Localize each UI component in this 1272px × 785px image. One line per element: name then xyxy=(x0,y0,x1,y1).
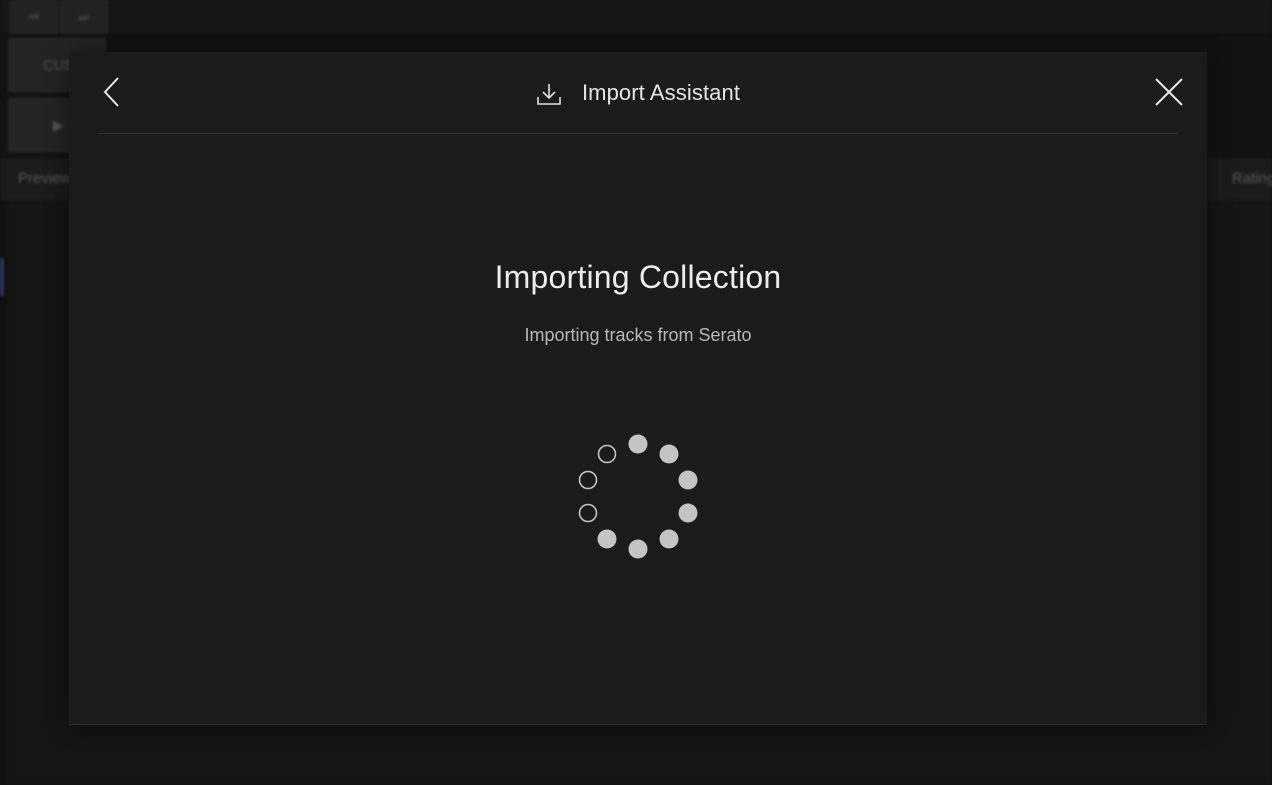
import-heading: Importing Collection xyxy=(494,259,782,295)
spinner-dot xyxy=(578,503,598,523)
skip-back-icon: ⏮ xyxy=(10,0,58,34)
background-column-divider xyxy=(1220,158,1221,198)
close-button[interactable] xyxy=(1152,77,1186,111)
spinner-dot xyxy=(678,503,698,523)
spinner-dot xyxy=(597,529,617,549)
import-assistant-dialog: Import Assistant Importing Collection Im… xyxy=(69,52,1207,725)
dialog-title: Import Assistant xyxy=(581,79,741,105)
background-selection-accent xyxy=(0,258,4,296)
spinner-dot xyxy=(578,470,598,490)
download-icon xyxy=(536,81,562,107)
dialog-header: Import Assistant xyxy=(98,52,1183,134)
dialog-title-group: Import Assistant xyxy=(98,52,1178,133)
spinner-dot xyxy=(678,470,698,490)
play-icon: ▶ xyxy=(53,116,64,133)
background-column-preview: Preview xyxy=(18,170,72,187)
spinner-dot xyxy=(597,444,617,464)
background-topbar: ⏮ ⏭ xyxy=(0,0,1272,35)
background-column-rating: Rating xyxy=(1232,170,1272,187)
import-status-text: Importing tracks from Serato xyxy=(524,325,752,345)
loading-spinner-icon xyxy=(568,426,708,566)
skip-forward-icon: ⏭ xyxy=(60,0,108,34)
back-button[interactable] xyxy=(98,76,126,112)
spinner-dot xyxy=(628,434,648,454)
spinner-dot xyxy=(628,539,648,559)
spinner-dot xyxy=(659,444,679,464)
chevron-left-icon xyxy=(101,75,123,114)
close-icon xyxy=(1153,76,1185,113)
spinner-dot xyxy=(659,529,679,549)
